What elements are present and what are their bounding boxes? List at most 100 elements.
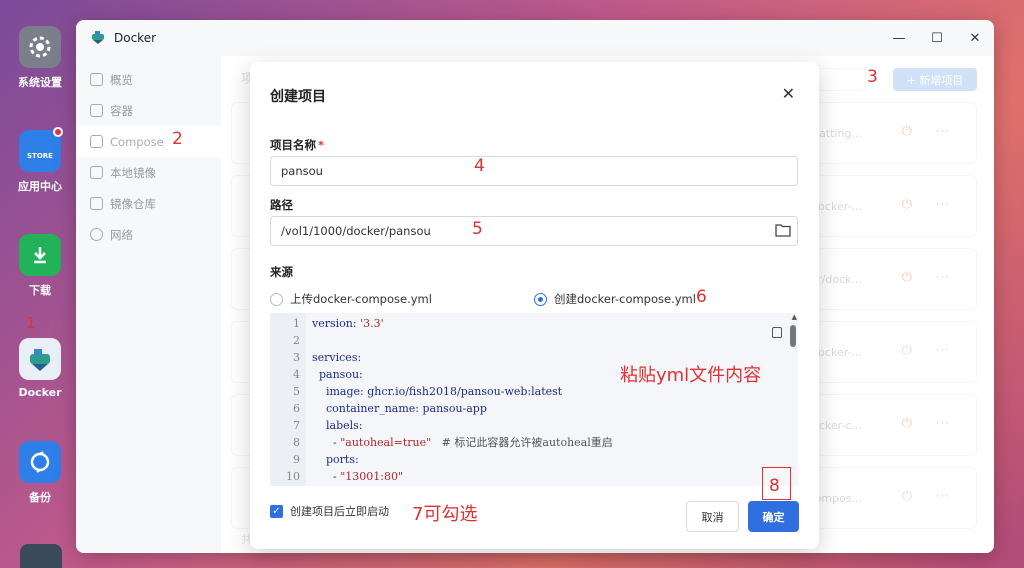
grid-icon (90, 73, 103, 86)
gear-icon (19, 26, 61, 68)
notification-badge (53, 127, 63, 137)
window-title: Docker (114, 31, 157, 45)
maximize-icon[interactable]: ☐ (918, 20, 956, 56)
code-text: container_name: pansou-app (312, 402, 487, 415)
desktop-item-label: 系统设置 (18, 76, 62, 89)
download-icon (19, 234, 61, 276)
cube-icon (90, 104, 103, 117)
sidebar-item-label: 概览 (110, 72, 133, 87)
cancel-button[interactable]: 取消 (686, 501, 739, 532)
folder-icon[interactable] (775, 223, 791, 240)
annotation-1: 1 (26, 314, 36, 332)
desktop-item-label: Docker (18, 386, 62, 399)
close-icon[interactable]: ✕ (782, 84, 795, 103)
sidebar-nav: 概览 容器 Compose 本地镜像 镜像仓库 网络 (76, 56, 221, 553)
line-number: 2 (293, 334, 300, 347)
close-icon[interactable]: ✕ (956, 20, 994, 56)
scroll-up-icon[interactable]: ▲ (792, 313, 797, 321)
code-text: pansou: (312, 368, 363, 381)
annotation-4: 4 (474, 156, 485, 176)
code-line: 6 container_name: pansou-app (270, 400, 487, 417)
radio-upload-compose[interactable]: 上传docker-compose.yml (270, 291, 432, 307)
docker-icon (19, 338, 61, 380)
sidebar-item-registry[interactable]: 镜像仓库 (76, 188, 221, 219)
checkbox-label: 创建项目后立即启动 (290, 505, 389, 518)
line-number: 1 (293, 317, 300, 330)
line-number: 7 (293, 419, 300, 432)
line-number: 10 (286, 470, 300, 483)
path-label: 路径 (270, 198, 293, 212)
desktop-item-docker[interactable]: Docker (0, 338, 80, 399)
desktop-item-app-center[interactable]: STORE 应用中心 (0, 127, 80, 194)
desktop-item-download[interactable]: 下载 (0, 234, 80, 298)
code-line: 5 image: ghcr.io/fish2018/pansou-web:lat… (270, 383, 562, 400)
minimize-icon[interactable]: — (880, 20, 918, 56)
copy-icon[interactable] (772, 327, 782, 338)
sidebar-item-label: 镜像仓库 (110, 196, 156, 211)
sidebar-item-local-images[interactable]: 本地镜像 (76, 157, 221, 188)
desktop-item-label: 下载 (29, 284, 51, 297)
annotation-8: 8 (769, 476, 780, 496)
annotation-5: 5 (472, 219, 483, 239)
docker-app-icon (90, 29, 106, 48)
compose-editor[interactable]: 1 version: '3.3' 2 3 services: 4 pansou: 5… (270, 313, 798, 486)
code-text: - "13001:80" (312, 470, 404, 483)
confirm-button[interactable]: 确定 (748, 501, 799, 532)
store-text: STORE (27, 152, 53, 160)
checkmark-icon: ✓ (270, 504, 283, 518)
annotation-paste: 粘贴yml文件内容 (620, 365, 762, 386)
radio-circle (534, 292, 547, 306)
window-controls: — ☐ ✕ (880, 20, 994, 56)
code-line: 8 - "autoheal=true" # 标记此容器允许被autoheal重启 (270, 434, 613, 451)
code-text: version: '3.3' (312, 317, 384, 330)
line-number: 9 (293, 453, 300, 466)
code-line: 7 labels: (270, 417, 362, 434)
sidebar-item-label: 网络 (110, 227, 133, 242)
start-after-create-checkbox[interactable]: ✓ 创建项目后立即启动 (270, 503, 389, 519)
project-name-input[interactable] (270, 156, 798, 186)
globe-icon (90, 228, 103, 241)
desktop-item-label: 应用中心 (18, 180, 62, 193)
create-project-dialog: 创建项目 ✕ 项目名称* 路径 来源 上传docker-compose.yml … (250, 62, 819, 549)
code-line: 10 - "13001:80" (270, 468, 403, 485)
annotation-3: 3 (867, 67, 878, 87)
sidebar-item-containers[interactable]: 容器 (76, 95, 221, 126)
code-line: 3 services: (270, 349, 361, 366)
desktop-dock: 系统设置 STORE 应用中心 下载 Docker 备份 (0, 0, 80, 568)
line-number: 3 (293, 351, 300, 364)
code-text: labels: (312, 419, 363, 432)
code-text: ports: (312, 453, 359, 466)
dialog-title: 创建项目 (270, 89, 326, 105)
project-name-label-text: 项目名称 (270, 138, 316, 152)
sidebar-item-label: 容器 (110, 103, 133, 118)
title-bar: Docker (76, 20, 994, 56)
line-number: 6 (293, 402, 300, 415)
code-text: image: ghcr.io/fish2018/pansou-web:lates… (312, 385, 563, 398)
radio-create-compose[interactable]: 创建docker-compose.yml (534, 291, 696, 307)
sidebar-item-network[interactable]: 网络 (76, 219, 221, 250)
repository-icon (90, 197, 103, 210)
radio-label: 上传docker-compose.yml (290, 292, 432, 306)
line-number: 5 (293, 385, 300, 398)
radio-circle (270, 292, 283, 306)
source-label: 来源 (270, 265, 293, 279)
code-line: 4 pansou: (270, 366, 363, 383)
editor-scrollbar[interactable] (790, 325, 796, 347)
annotation-7: 7可勾选 (412, 504, 478, 525)
desktop-item-partial[interactable] (20, 544, 62, 568)
line-number: 8 (293, 436, 300, 449)
desktop-item-settings[interactable]: 系统设置 (0, 26, 80, 90)
required-mark: * (318, 138, 325, 152)
sidebar-item-overview[interactable]: 概览 (76, 64, 221, 95)
sidebar-item-label: 本地镜像 (110, 165, 156, 180)
sidebar-item-label: Compose (110, 134, 164, 149)
code-text: - "autoheal=true" # 标记此容器允许被autoheal重启 (312, 436, 613, 449)
desktop-item-label: 备份 (29, 491, 51, 504)
path-input[interactable] (270, 216, 798, 246)
desktop-item-backup[interactable]: 备份 (0, 441, 80, 505)
annotation-2: 2 (172, 129, 183, 149)
line-number: 4 (293, 368, 300, 381)
radio-label: 创建docker-compose.yml (554, 292, 696, 306)
sidebar-item-compose[interactable]: Compose (76, 126, 221, 157)
code-line: 2 (270, 332, 300, 349)
